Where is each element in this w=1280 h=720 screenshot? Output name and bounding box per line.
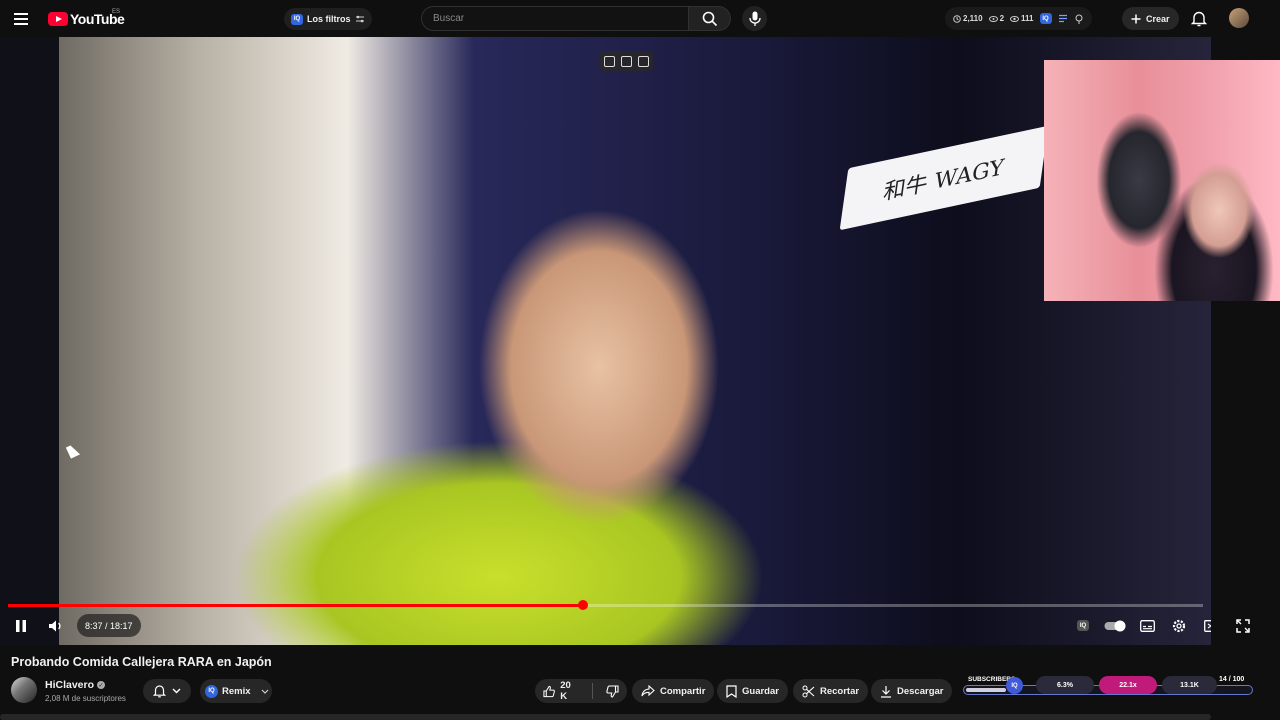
chevron-down-icon: [172, 688, 181, 694]
subtitles-button[interactable]: [1138, 617, 1156, 634]
settings-button[interactable]: [1170, 616, 1188, 635]
filters-label: Los filtros: [307, 14, 351, 24]
eye-off-icon: [988, 15, 998, 22]
share-icon: [641, 685, 655, 697]
microphone-icon: [748, 11, 761, 26]
like-count: 20 K: [560, 680, 571, 702]
iq-icon: IQ: [291, 13, 303, 25]
iq-icon[interactable]: IQ: [1039, 13, 1052, 24]
notification-settings-button[interactable]: [143, 679, 191, 703]
fullscreen-icon: [1236, 619, 1250, 633]
stat-chip-rate: 6.3%: [1036, 676, 1094, 694]
channel-name[interactable]: HiClavero: [45, 679, 94, 691]
stat-chip-count: 13.1K: [1162, 676, 1217, 694]
channel-avatar[interactable]: [11, 677, 37, 703]
save-button[interactable]: Guardar: [717, 679, 788, 703]
plus-icon: [1131, 14, 1141, 23]
translate-icon[interactable]: [638, 55, 649, 67]
stat-chip-multiplier: 22.1x: [1099, 676, 1157, 694]
video-frame[interactable]: 和牛 WAGY: [59, 37, 1211, 645]
hand-icon[interactable]: [1074, 14, 1084, 24]
menu-icon[interactable]: [13, 9, 33, 27]
filters-button[interactable]: IQ Los filtros: [284, 8, 372, 30]
time-display: 8:37 / 18:17: [77, 614, 141, 637]
verified-icon: ✓: [97, 681, 106, 689]
top-bar: YouTube ES IQ Los filtros 2,110 2 111 IQ: [0, 0, 1280, 37]
save-label: Guardar: [742, 685, 779, 697]
fullscreen-button[interactable]: [1234, 617, 1252, 635]
mute-button[interactable]: [45, 616, 65, 635]
like-separator: [592, 683, 593, 699]
channel-name-row[interactable]: HiClavero ✓: [45, 679, 106, 691]
notes-icon[interactable]: [621, 55, 632, 67]
stat-clock: 2,110: [953, 14, 983, 23]
clip-label: Recortar: [820, 685, 860, 697]
subtitles-icon: [1139, 619, 1155, 632]
like-dislike-group: 20 K: [535, 679, 627, 703]
search-button[interactable]: [689, 6, 731, 31]
eye-icon: [1010, 15, 1020, 22]
gear-icon: [1172, 619, 1186, 632]
iq-player-button[interactable]: IQ: [1074, 617, 1092, 634]
video-title: Probando Comida Callejera RARA en Japón: [11, 655, 272, 669]
download-label: Descargar: [897, 685, 944, 697]
video-player[interactable]: 和牛 WAGY 8:37 / 18:17 IQ: [0, 37, 1211, 645]
like-button[interactable]: 20 K: [535, 679, 587, 703]
clip-button[interactable]: Recortar: [793, 679, 869, 703]
download-button[interactable]: Descargar: [871, 679, 953, 703]
thumbs-down-icon: [606, 684, 619, 698]
iq-icon: IQ: [205, 684, 218, 698]
remix-button[interactable]: IQ Remix: [200, 679, 272, 703]
remix-label: Remix: [222, 685, 251, 697]
search-input[interactable]: [433, 13, 688, 24]
screenshot-icon[interactable]: [604, 55, 615, 67]
list-icon[interactable]: [1058, 14, 1068, 23]
progress-played: [8, 604, 584, 607]
progress-bar[interactable]: [8, 600, 1203, 610]
autoplay-toggle[interactable]: [1103, 619, 1127, 632]
miniplayer-button[interactable]: [1202, 617, 1211, 634]
bell-icon: [153, 685, 166, 698]
download-icon: [881, 685, 891, 698]
bookmark-icon: [726, 684, 737, 698]
youtube-play-icon: [48, 12, 68, 26]
create-label: Crear: [1146, 13, 1170, 24]
search-box: [421, 6, 689, 31]
region-code: ES: [112, 9, 121, 15]
create-button[interactable]: Crear: [1122, 7, 1179, 30]
iq-icon: IQ: [1077, 620, 1089, 631]
miniplayer-icon: [1203, 619, 1211, 632]
iq-icon: IQ: [1006, 677, 1023, 694]
stat-views: 111: [1010, 14, 1034, 23]
sliders-icon: [355, 15, 364, 23]
thumbs-up-icon: [543, 685, 555, 697]
share-label: Compartir: [660, 685, 706, 697]
share-button[interactable]: Compartir: [632, 679, 715, 703]
pause-button[interactable]: [12, 616, 30, 635]
toggle-icon: [1104, 620, 1126, 631]
horizontal-scrollbar[interactable]: [0, 714, 1211, 720]
pause-icon: [16, 619, 26, 632]
dislike-button[interactable]: [598, 679, 627, 703]
extension-stats[interactable]: 2,110 2 111 IQ: [945, 7, 1092, 30]
subscriber-count: 2,08 M de suscriptores: [45, 694, 126, 703]
streamer-webcam: [1044, 60, 1280, 301]
notifications-bell-icon[interactable]: [1191, 10, 1207, 27]
subscriber-goal-count: 14 / 100: [1219, 676, 1245, 683]
account-avatar[interactable]: [1229, 8, 1249, 28]
video-sign: 和牛 WAGY: [839, 125, 1049, 231]
voice-search-button[interactable]: [742, 6, 767, 31]
scissors-icon: [802, 685, 815, 697]
video-tools[interactable]: [600, 51, 653, 71]
volume-icon: [48, 620, 61, 631]
stat-hidden: 2: [988, 14, 1004, 23]
subscriber-goal-fill: [966, 688, 1007, 692]
search-icon: [702, 11, 717, 26]
chevron-down-icon: [261, 689, 268, 694]
clock-icon: [953, 14, 961, 23]
